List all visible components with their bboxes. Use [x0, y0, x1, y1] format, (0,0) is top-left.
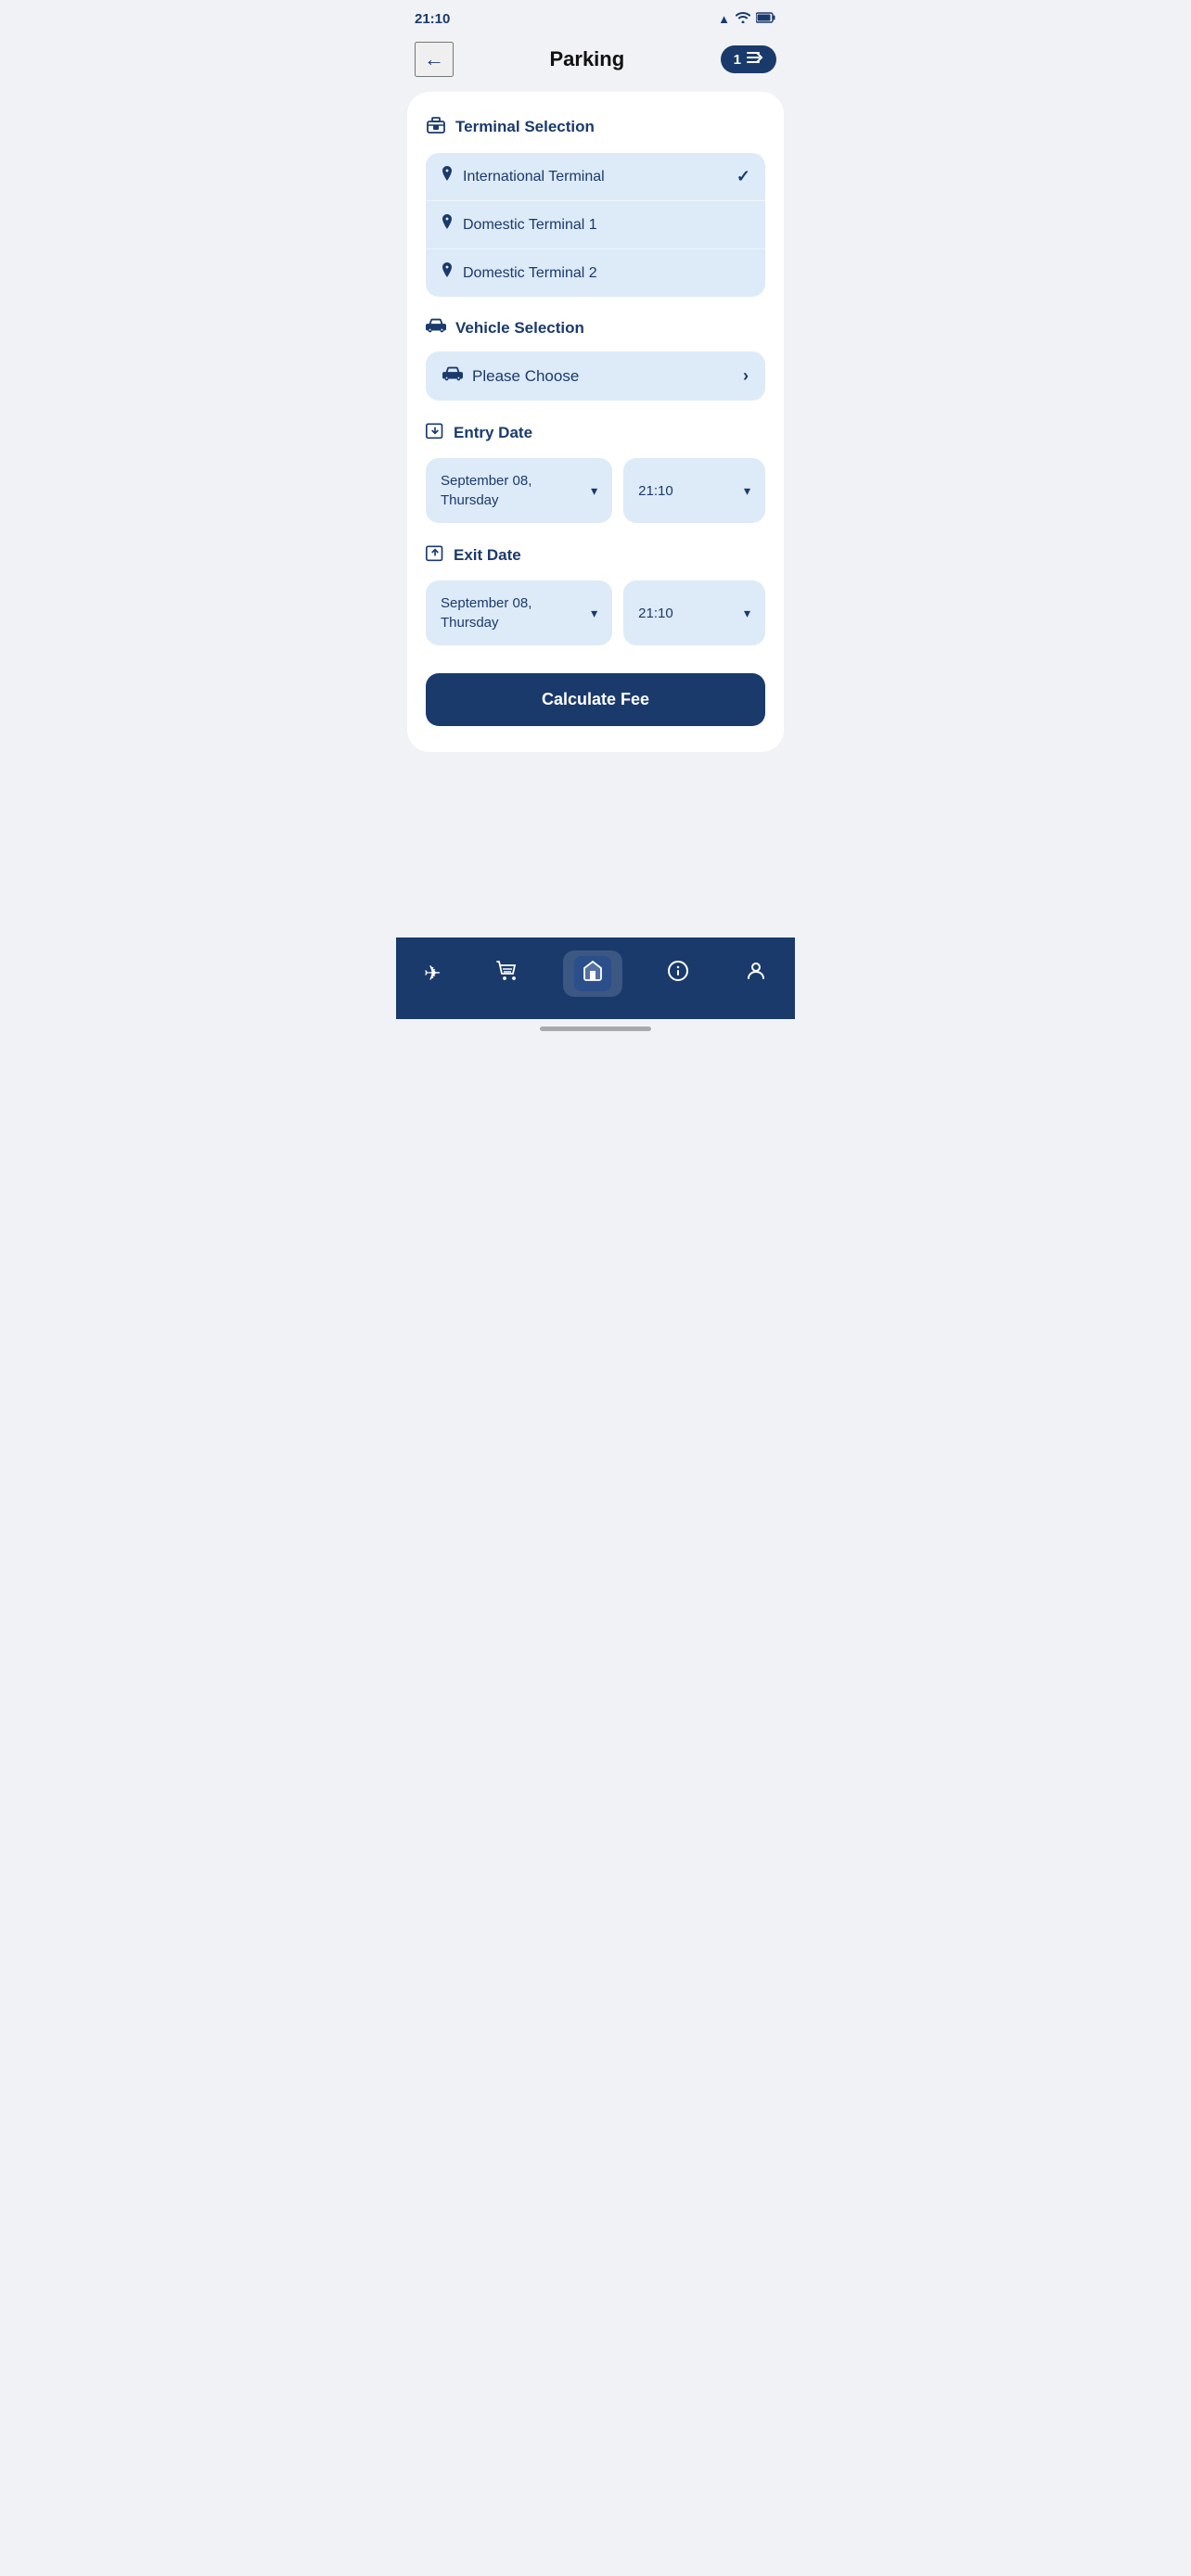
entry-time-picker[interactable]: 21:10 ▾: [623, 458, 765, 523]
nav-item-info[interactable]: [656, 954, 700, 993]
wifi-icon: [736, 12, 750, 26]
bottom-space: [396, 752, 795, 937]
nav-item-home[interactable]: [563, 950, 622, 997]
header-badge[interactable]: 1: [721, 45, 776, 73]
nav-item-flights[interactable]: ✈: [413, 956, 452, 991]
info-icon: [667, 960, 689, 988]
nav-item-basket[interactable]: [485, 954, 530, 993]
badge-number: 1: [734, 52, 741, 68]
pin-icon-2: [441, 262, 454, 284]
entry-date-value: September 08,Thursday: [441, 471, 531, 510]
vehicle-selector[interactable]: Please Choose ›: [426, 351, 765, 401]
header: ← Parking 1: [396, 34, 795, 92]
terminal-name-2: Domestic Terminal 2: [463, 265, 597, 282]
home-icon: [574, 956, 611, 991]
status-bar: 21:10 ▲: [396, 0, 795, 34]
entry-date-row: September 08,Thursday ▾ 21:10 ▾: [426, 458, 765, 523]
exit-time-picker[interactable]: 21:10 ▾: [623, 580, 765, 645]
signal-icon: ▲: [718, 12, 730, 26]
badge-arrow-icon: [747, 51, 763, 68]
vehicle-section-title: Vehicle Selection: [426, 317, 765, 338]
exit-time-chevron: ▾: [744, 606, 750, 621]
flights-icon: ✈: [424, 962, 441, 986]
main-card: Terminal Selection International Termina…: [407, 92, 784, 752]
entry-date-picker[interactable]: September 08,Thursday ▾: [426, 458, 612, 523]
vehicle-placeholder: Please Choose: [472, 367, 743, 386]
exit-date-row: September 08,Thursday ▾ 21:10 ▾: [426, 580, 765, 645]
terminal-section-title: Terminal Selection: [426, 114, 765, 140]
terminal-name-0: International Terminal: [463, 169, 605, 185]
entry-date-title: Entry Date: [426, 421, 765, 445]
vehicle-car-icon: [442, 366, 463, 386]
car-icon: [426, 317, 446, 338]
exit-time-value: 21:10: [638, 606, 673, 621]
entry-time-chevron: ▾: [744, 483, 750, 499]
exit-icon: [426, 543, 444, 567]
terminal-item-domestic1[interactable]: Domestic Terminal 1: [426, 201, 765, 249]
back-button[interactable]: ←: [415, 42, 454, 77]
pin-icon-1: [441, 214, 454, 236]
exit-date-section: Exit Date September 08,Thursday ▾ 21:10 …: [426, 543, 765, 645]
vehicle-section: Vehicle Selection Please Choose ›: [426, 317, 765, 401]
entry-date-label: Entry Date: [454, 424, 532, 442]
entry-time-value: 21:10: [638, 483, 673, 499]
entry-date-chevron: ▾: [591, 483, 597, 499]
chevron-right-icon: ›: [743, 366, 749, 386]
page-title: Parking: [549, 47, 624, 71]
terminal-section-label: Terminal Selection: [455, 118, 595, 136]
terminal-item-domestic2[interactable]: Domestic Terminal 2: [426, 249, 765, 297]
terminal-icon: [426, 114, 446, 140]
exit-date-value: September 08,Thursday: [441, 593, 531, 632]
terminal-list: International Terminal ✓ Domestic Termin…: [426, 153, 765, 297]
check-icon-0: ✓: [736, 167, 750, 186]
exit-date-chevron: ▾: [591, 606, 597, 621]
profile-icon: [745, 960, 767, 988]
calculate-fee-button[interactable]: Calculate Fee: [426, 673, 765, 726]
exit-date-label: Exit Date: [454, 546, 521, 565]
basket-icon: [496, 960, 519, 988]
pin-icon-0: [441, 166, 454, 187]
exit-date-picker[interactable]: September 08,Thursday ▾: [426, 580, 612, 645]
nav-item-profile[interactable]: [734, 954, 778, 993]
terminal-item-international[interactable]: International Terminal ✓: [426, 153, 765, 201]
terminal-name-1: Domestic Terminal 1: [463, 217, 597, 234]
home-indicator: [540, 1027, 651, 1031]
entry-icon: [426, 421, 444, 445]
entry-date-section: Entry Date September 08,Thursday ▾ 21:10…: [426, 421, 765, 523]
status-icons: ▲: [718, 12, 776, 26]
bottom-nav: ✈: [396, 937, 795, 1019]
vehicle-section-label: Vehicle Selection: [455, 319, 584, 338]
battery-icon: [756, 12, 776, 26]
status-time: 21:10: [415, 11, 450, 27]
exit-date-title: Exit Date: [426, 543, 765, 567]
